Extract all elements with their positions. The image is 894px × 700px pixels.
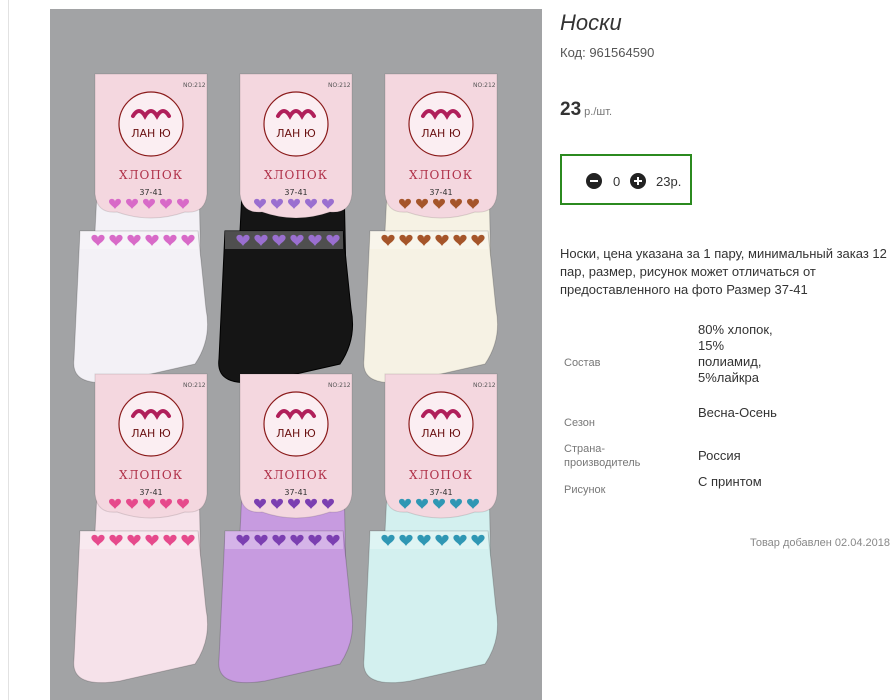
plus-circle-icon[interactable] xyxy=(630,173,646,189)
spec-value: С принтом xyxy=(698,474,762,489)
tag-model: NO:212 xyxy=(473,382,496,389)
tag-material: ХЛОПОК xyxy=(409,468,473,482)
product-description: Носки, цена указана за 1 пару, минимальн… xyxy=(560,246,887,297)
spec-key: Состав xyxy=(564,357,601,369)
tag-size: 37-41 xyxy=(139,188,162,197)
logo-circle xyxy=(118,391,184,457)
tag-material: ХЛОПОК xyxy=(264,168,328,182)
tag-material: ХЛОПОК xyxy=(409,168,473,182)
tag-brand: ЛАН Ю xyxy=(276,127,316,140)
product-title: Носки xyxy=(560,10,622,35)
sock-front xyxy=(73,530,209,684)
tag-brand: ЛАН Ю xyxy=(131,127,171,140)
tag-brand: ЛАН Ю xyxy=(421,427,461,440)
sock-front xyxy=(218,230,354,384)
quantity-selector: 0 23р. xyxy=(560,154,692,205)
price-value: 23 xyxy=(560,99,582,120)
tag-material: ХЛОПОК xyxy=(264,468,328,482)
sock-front xyxy=(363,230,499,384)
spec-key: Сезон xyxy=(564,417,595,429)
tag-model: NO:212 xyxy=(328,382,351,389)
tag-size: 37-41 xyxy=(429,188,452,197)
product-code: Код: 961564590 xyxy=(560,45,655,60)
logo-circle xyxy=(408,91,474,157)
tag-model: NO:212 xyxy=(183,82,206,89)
tag-model: NO:212 xyxy=(328,82,351,89)
tag-model: NO:212 xyxy=(473,82,496,89)
page-edge-line xyxy=(8,0,9,700)
minus-circle-icon[interactable] xyxy=(586,173,602,189)
spec-value: Весна-Осень xyxy=(698,405,777,420)
product-price: 23 р./шт. xyxy=(560,99,612,121)
tag-material: ХЛОПОК xyxy=(119,168,183,182)
spec-value: 80% хлопок, 15% полиамид, 5%лайкра xyxy=(698,322,773,385)
sock-front xyxy=(363,530,499,684)
logo-circle xyxy=(263,391,329,457)
spec-key: Рисунок xyxy=(564,484,606,496)
tag-brand: ЛАН Ю xyxy=(276,427,316,440)
tag-brand: ЛАН Ю xyxy=(421,127,461,140)
added-date: Товар добавлен 02.04.2018 xyxy=(749,537,890,549)
logo-circle xyxy=(118,91,184,157)
tag-brand: ЛАН Ю xyxy=(131,427,171,440)
tag-size: 37-41 xyxy=(284,488,307,497)
sock-front xyxy=(73,230,209,384)
sock-front xyxy=(218,530,354,684)
tag-size: 37-41 xyxy=(429,488,452,497)
tag-material: ХЛОПОК xyxy=(119,468,183,482)
logo-circle xyxy=(408,391,474,457)
quantity-value: 0 xyxy=(613,174,621,189)
quantity-sum: 23р. xyxy=(656,174,682,189)
spec-value: Россия xyxy=(698,448,741,463)
tag-model: NO:212 xyxy=(183,382,206,389)
spec-key: Страна-производитель xyxy=(564,443,641,469)
socks-image: ЛАН Ю NO:212 ХЛОПОК 37-41 ЛАН Ю NO:212 ХЛОПОК 3… xyxy=(73,73,499,684)
product-photo[interactable]: ЛАН Ю NO:212 ХЛОПОК 37-41 ЛАН Ю NO:212 ХЛОПОК 3… xyxy=(50,9,542,700)
price-unit: р./шт. xyxy=(584,106,613,118)
logo-circle xyxy=(263,91,329,157)
tag-size: 37-41 xyxy=(139,488,162,497)
tag-size: 37-41 xyxy=(284,188,307,197)
